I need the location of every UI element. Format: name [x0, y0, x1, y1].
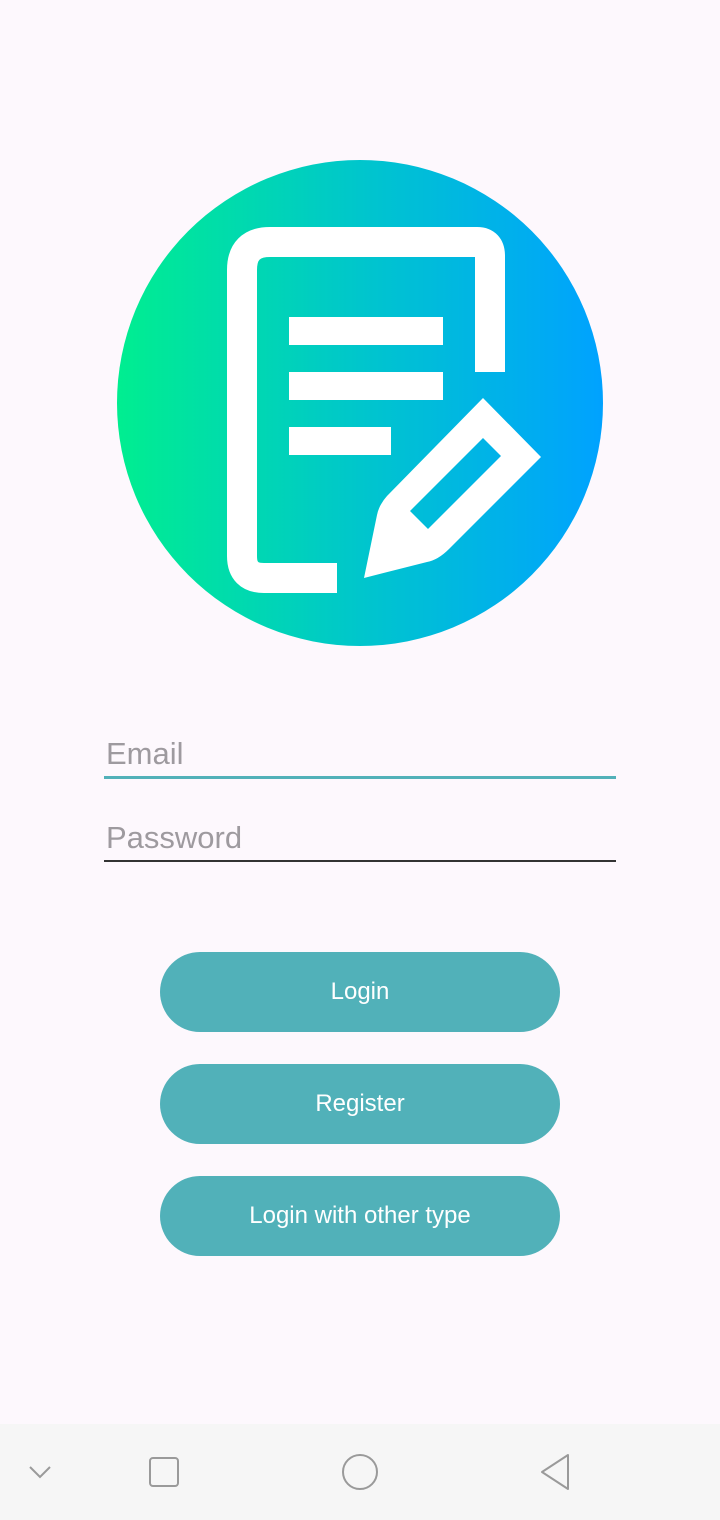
login-screen: { "login_form": { "email_placeholder": "… — [0, 0, 720, 1520]
back-icon — [541, 1454, 569, 1490]
nav-back-button[interactable] — [532, 1448, 580, 1496]
login-other-type-button[interactable]: Login with other type — [160, 1176, 560, 1256]
login-button[interactable]: Login — [160, 952, 560, 1032]
document-line-3 — [289, 427, 391, 455]
email-input[interactable] — [104, 732, 616, 776]
nav-home-button[interactable] — [336, 1448, 384, 1496]
email-field-container — [104, 732, 616, 779]
password-field-container — [104, 816, 616, 862]
document-line-2 — [289, 372, 443, 400]
nav-recent-apps-button[interactable] — [140, 1448, 188, 1496]
document-line-1 — [289, 317, 443, 345]
chevron-down-icon — [29, 1466, 51, 1479]
password-input[interactable] — [104, 816, 616, 860]
recent-apps-icon — [149, 1457, 179, 1487]
home-icon — [342, 1454, 378, 1490]
system-navigation-bar — [0, 1424, 720, 1520]
app-logo — [117, 160, 603, 646]
nav-hide-button[interactable] — [16, 1448, 64, 1496]
register-button[interactable]: Register — [160, 1064, 560, 1144]
document-edit-icon — [117, 160, 603, 646]
